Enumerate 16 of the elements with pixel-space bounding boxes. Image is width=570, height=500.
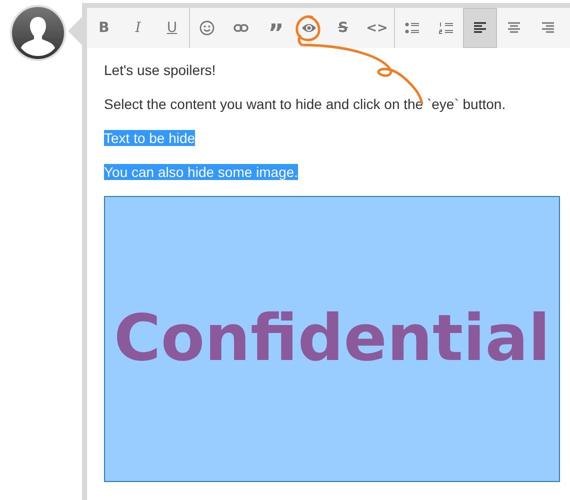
align-left-button[interactable]: [463, 8, 497, 48]
paragraph-text: Let's use spoilers!: [104, 62, 216, 78]
code-button[interactable]: <>: [360, 8, 394, 48]
numbered-list-icon: [438, 20, 454, 36]
quote-button[interactable]: ”: [258, 8, 292, 48]
bullet-list-icon: [404, 20, 420, 36]
smiley-icon: [199, 20, 215, 36]
italic-button[interactable]: I: [121, 8, 155, 48]
strike-button[interactable]: S: [326, 8, 360, 48]
underline-button[interactable]: U: [155, 8, 189, 48]
paragraph-text: Select the content you want to hide and click on the `eye` button.: [104, 96, 506, 112]
paragraph-text: Text to be hide: [104, 130, 196, 146]
image-text: Confidential: [114, 302, 550, 376]
paragraph-text: You can also hide some image.: [104, 164, 298, 180]
bold-button[interactable]: B: [87, 8, 121, 48]
avatar-icon: [10, 5, 66, 61]
